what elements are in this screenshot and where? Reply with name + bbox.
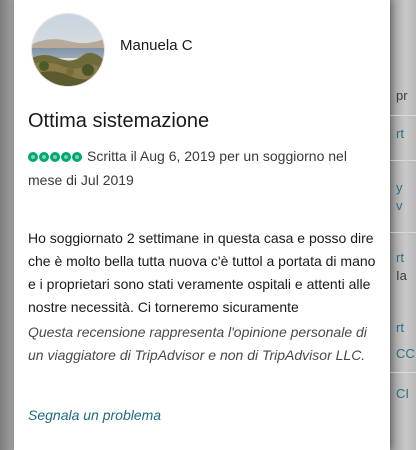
green-bubble-icon bbox=[50, 152, 60, 162]
review-body: Ho soggiornato 2 settimane in questa cas… bbox=[28, 230, 376, 315]
review-card: Manuela C Ottima sistemazione Scritta il… bbox=[14, 0, 390, 450]
background-divider bbox=[390, 115, 416, 116]
green-bubble-icon bbox=[61, 152, 71, 162]
background-text-fragment: CI bbox=[396, 386, 409, 401]
background-divider bbox=[390, 372, 416, 373]
background-text-fragment: pr bbox=[396, 88, 408, 103]
background-text-fragment: Ia bbox=[396, 268, 407, 283]
background-text-fragment: CC bbox=[396, 346, 415, 361]
review-title: Ottima sistemazione bbox=[28, 110, 210, 132]
green-bubble-icon bbox=[28, 152, 38, 162]
left-background-strip bbox=[0, 0, 14, 450]
avatar-photo bbox=[32, 14, 104, 86]
background-text-fragment: rt bbox=[396, 320, 404, 335]
background-text-fragment: y bbox=[396, 180, 403, 195]
green-bubble-icon bbox=[39, 152, 49, 162]
background-text-fragment: v bbox=[396, 198, 403, 213]
green-bubble-icon bbox=[72, 152, 82, 162]
background-text-fragment: rt bbox=[396, 126, 404, 141]
report-problem-link[interactable]: Segnala un problema bbox=[28, 407, 161, 423]
rating-bubbles bbox=[28, 146, 83, 169]
background-divider bbox=[390, 232, 416, 233]
reviewer-avatar[interactable] bbox=[32, 14, 104, 86]
background-page: pr rt y v rt Ia rt CC CI bbox=[390, 0, 416, 450]
background-text-fragment: rt bbox=[396, 250, 404, 265]
review-meta: Scritta il Aug 6, 2019 per un soggiorno … bbox=[28, 145, 378, 192]
review-disclaimer: Questa recensione rappresenta l'opinione… bbox=[28, 324, 367, 363]
background-divider bbox=[390, 160, 416, 161]
reviewer-name[interactable]: Manuela C bbox=[120, 37, 193, 54]
